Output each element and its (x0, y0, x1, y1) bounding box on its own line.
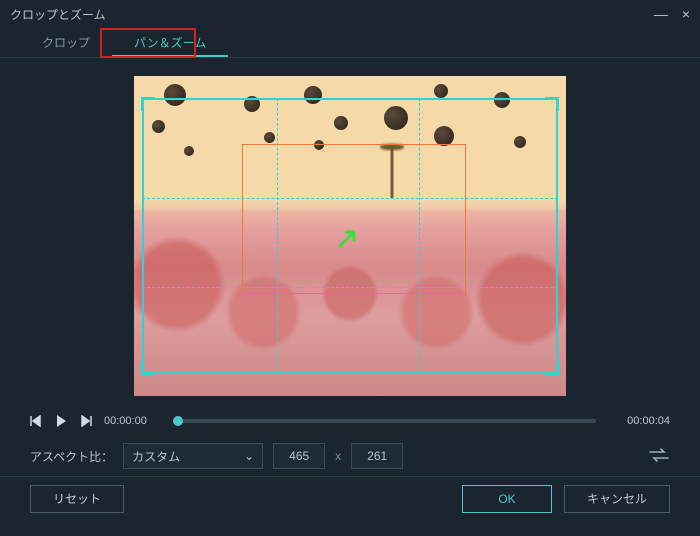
palm-tree-graphic (367, 127, 417, 197)
close-button[interactable]: × (682, 7, 690, 21)
time-end: 00:00:04 (608, 415, 670, 427)
reset-button[interactable]: リセット (30, 485, 124, 513)
zoom-direction-arrow-icon (336, 222, 364, 250)
height-input[interactable]: 261 (351, 443, 403, 469)
width-input[interactable]: 465 (273, 443, 325, 469)
swap-icon (648, 447, 670, 463)
balloon-graphic (264, 132, 275, 143)
aspect-ratio-select[interactable]: カスタム ⌄ (123, 443, 263, 469)
aspect-ratio-label: アスペクト比： (30, 448, 113, 465)
timeline-slider[interactable] (178, 419, 596, 423)
balloon-graphic (244, 96, 260, 112)
balloon-graphic (314, 140, 324, 150)
balloon-graphic (164, 84, 186, 106)
window-title: クロップとズーム (10, 6, 106, 23)
next-frame-button[interactable] (80, 415, 92, 427)
time-start: 00:00:00 (104, 415, 166, 427)
swap-frames-button[interactable] (648, 447, 670, 466)
tab-pan-zoom[interactable]: パン＆ズーム (112, 28, 228, 57)
balloon-graphic (434, 126, 454, 146)
balloon-graphic (384, 106, 408, 130)
ok-button[interactable]: OK (462, 485, 552, 513)
balloon-graphic (434, 84, 448, 98)
play-button[interactable] (54, 414, 68, 428)
balloon-graphic (184, 146, 194, 156)
balloon-graphic (304, 86, 322, 104)
prev-frame-button[interactable] (30, 415, 42, 427)
dimension-separator: x (335, 449, 341, 463)
play-icon (54, 414, 68, 428)
timeline-thumb[interactable] (173, 416, 183, 426)
minimize-button[interactable]: — (654, 7, 668, 21)
balloon-graphic (152, 120, 165, 133)
chevron-down-icon: ⌄ (244, 449, 254, 463)
next-frame-icon (80, 415, 92, 427)
aspect-ratio-selected: カスタム (132, 448, 180, 465)
preview-canvas[interactable] (134, 76, 566, 396)
grid-line (142, 198, 558, 199)
balloon-graphic (514, 136, 526, 148)
balloon-graphic (494, 92, 510, 108)
tab-crop[interactable]: クロップ (20, 28, 112, 57)
balloon-graphic (334, 116, 348, 130)
prev-frame-icon (30, 415, 42, 427)
cancel-button[interactable]: キャンセル (564, 485, 670, 513)
